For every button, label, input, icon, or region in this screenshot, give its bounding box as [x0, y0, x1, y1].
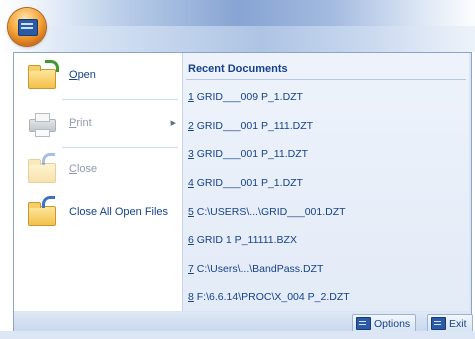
- menu-commands-pane: Open Print ▶ Close Close All Open Files: [14, 53, 183, 311]
- print-command[interactable]: Print ▶: [14, 103, 182, 143]
- application-menu-button[interactable]: [8, 8, 46, 46]
- recent-item[interactable]: 6 GRID 1 P_11111.BZX: [188, 234, 297, 246]
- open-folder-icon: [27, 60, 59, 89]
- close-folder-icon: [27, 153, 57, 183]
- app-logo-icon: [18, 19, 38, 36]
- print-label: Print: [69, 117, 92, 129]
- window-bottom-edge: [0, 331, 475, 339]
- titlebar-gradient: [0, 0, 475, 26]
- menu-separator: [62, 99, 178, 100]
- close-all-label: Close All Open Files: [69, 206, 169, 218]
- close-all-folder-icon: [27, 196, 57, 226]
- submenu-arrow-icon: ▶: [170, 120, 176, 127]
- recent-item[interactable]: 8 F:\6.6.14\PROC\X_004 P_2.DZT: [188, 291, 350, 303]
- recent-item[interactable]: 4 GRID___001 P_1.DZT: [188, 177, 303, 189]
- close-command[interactable]: Close: [14, 149, 182, 189]
- exit-icon: [431, 317, 446, 330]
- recent-item[interactable]: 3 GRID___001 P_11.DZT: [188, 148, 308, 160]
- open-command[interactable]: Open: [14, 55, 182, 95]
- recent-item[interactable]: 1 GRID___009 P_1.DZT: [188, 91, 303, 103]
- recent-item[interactable]: 2 GRID___001 P_111.DZT: [188, 120, 313, 132]
- menu-separator: [62, 147, 178, 148]
- printer-icon: [27, 110, 57, 137]
- exit-label: Exit: [449, 317, 467, 330]
- header-divider: [186, 79, 466, 80]
- close-label: Close: [69, 163, 98, 175]
- options-label: Options: [374, 317, 411, 330]
- recent-item[interactable]: 5 C:\USERS\...\GRID___001.DZT: [188, 206, 346, 218]
- open-label: Open: [69, 69, 96, 81]
- options-icon: [356, 317, 371, 330]
- recent-documents-header: Recent Documents: [188, 63, 288, 75]
- close-all-command[interactable]: Close All Open Files: [14, 192, 182, 232]
- recent-item[interactable]: 7 C:\Users\...\BandPass.DZT: [188, 263, 323, 275]
